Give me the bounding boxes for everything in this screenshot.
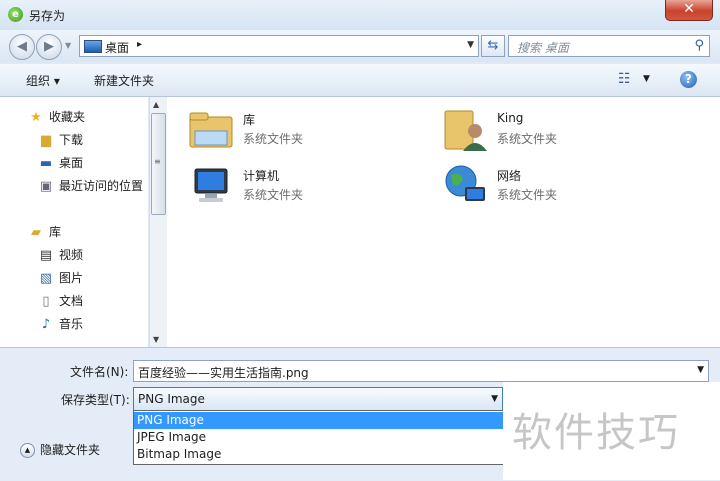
star-icon: ★	[30, 109, 42, 125]
item-name: 库	[243, 113, 256, 127]
save-as-dialog: e 另存为 ✕ ◀ ▶ ▼ 桌面 ▸ ▼ ⇆ 搜索 桌面 ⚲ 组织 ▾ 新建文件…	[0, 0, 720, 481]
watermark-text: 软件技巧	[512, 410, 680, 456]
search-icon[interactable]: ⚲	[694, 38, 704, 53]
refresh-icon: ⇆	[487, 38, 499, 53]
sidebar-item-desktop[interactable]: ▬ 桌面	[38, 153, 83, 173]
list-item-network[interactable]: 网络 系统文件夹	[441, 161, 691, 211]
chevron-down-icon[interactable]: ▼	[697, 365, 704, 375]
hide-folders-toggle[interactable]: ▲ 隐藏文件夹	[20, 441, 100, 458]
recent-pages-dropdown[interactable]: ▼	[65, 41, 71, 50]
view-options-dropdown[interactable]: ▼	[643, 74, 650, 84]
item-type: 系统文件夹	[497, 132, 558, 146]
app-logo-icon: e	[8, 7, 23, 22]
sidebar-item-downloads[interactable]: ▆ 下载	[38, 130, 83, 150]
item-name: King	[497, 111, 524, 125]
sidebar-item-pictures[interactable]: ▧ 图片	[38, 268, 83, 288]
item-name: 计算机	[243, 169, 280, 183]
filetype-selected[interactable]: PNG Image	[138, 392, 205, 406]
filetype-option-jpeg[interactable]: JPEG Image	[134, 429, 504, 446]
video-icon: ▤	[39, 247, 53, 263]
help-button[interactable]: ?	[680, 71, 697, 88]
filename-input[interactable]: 百度经验——实用生活指南.png	[138, 364, 309, 381]
sidebar-item-favorites[interactable]: ★ 收藏夹	[28, 107, 85, 127]
computer-icon	[194, 168, 228, 202]
organize-button[interactable]: 组织 ▾	[26, 72, 60, 89]
chevron-down-icon[interactable]: ▼	[491, 394, 498, 404]
chevron-up-icon: ▲	[20, 443, 35, 458]
title-bar: e 另存为 ✕	[0, 0, 720, 30]
music-icon: ♪	[41, 316, 51, 332]
scrollbar-grip-icon: ≡	[154, 157, 161, 166]
download-folder-icon: ▆	[41, 132, 51, 148]
forward-button[interactable]: ▶	[36, 34, 62, 60]
list-item-king[interactable]: King 系统文件夹	[441, 105, 691, 155]
command-toolbar: 组织 ▾ 新建文件夹 ☷ ▼ ?	[0, 64, 720, 97]
filename-label: 文件名(N):	[70, 365, 129, 379]
filetype-option-png[interactable]: PNG Image	[134, 412, 504, 429]
chevron-down-icon[interactable]: ▼	[467, 40, 474, 50]
recent-places-icon: ▣	[39, 178, 53, 194]
filename-field[interactable]: 百度经验——实用生活指南.png ▼	[133, 360, 709, 382]
address-separator[interactable]: ▸	[137, 39, 142, 50]
scroll-up-icon[interactable]: ▲	[153, 100, 159, 109]
item-type: 系统文件夹	[497, 188, 558, 202]
sidebar-item-music[interactable]: ♪ 音乐	[38, 314, 83, 334]
window-title: 另存为	[29, 9, 66, 23]
sidebar-item-documents[interactable]: ▯ 文档	[38, 291, 83, 311]
sidebar-item-recent-places[interactable]: ▣ 最近访问的位置	[38, 176, 143, 196]
desktop-icon: ▬	[39, 155, 53, 171]
item-type: 系统文件夹	[243, 132, 304, 146]
filetype-dropdown-list: PNG Image JPEG Image Bitmap Image	[133, 410, 505, 465]
list-item-library[interactable]: 库 系统文件夹	[187, 105, 437, 155]
user-folder-icon	[444, 110, 487, 151]
arrow-left-icon: ◀	[17, 39, 27, 54]
address-bar[interactable]: 桌面 ▸ ▼	[79, 35, 479, 57]
document-icon: ▯	[42, 293, 50, 309]
navigation-pane-scrollbar[interactable]: ▲ ≡ ▼	[149, 97, 167, 347]
filetype-label: 保存类型(T):	[61, 393, 130, 407]
new-folder-button[interactable]: 新建文件夹	[94, 72, 154, 89]
back-button[interactable]: ◀	[9, 34, 35, 60]
filetype-option-bitmap[interactable]: Bitmap Image	[134, 446, 504, 463]
list-item-computer[interactable]: 计算机 系统文件夹	[187, 161, 437, 211]
arrow-right-icon: ▶	[44, 39, 54, 54]
library-icon: ▰	[31, 224, 41, 240]
file-list: 库 系统文件夹 King 系统文件夹 计算机 系统文件夹 网络 系统文件夹	[167, 97, 720, 347]
navigation-bar: ◀ ▶ ▼ 桌面 ▸ ▼ ⇆ 搜索 桌面 ⚲	[0, 30, 720, 62]
sidebar-item-videos[interactable]: ▤ 视频	[38, 245, 83, 265]
view-options-icon[interactable]: ☷	[618, 71, 634, 87]
search-input[interactable]: 搜索 桌面	[517, 39, 569, 56]
network-icon	[445, 165, 485, 201]
scroll-down-icon[interactable]: ▼	[153, 335, 159, 344]
picture-icon: ▧	[39, 270, 53, 286]
item-name: 网络	[497, 169, 522, 183]
library-icon	[189, 112, 233, 148]
address-location[interactable]: 桌面	[105, 39, 129, 56]
filetype-select[interactable]: PNG Image ▼	[133, 387, 503, 411]
navigation-pane: ★ 收藏夹 ▆ 下载 ▬ 桌面 ▣ 最近访问的位置 ▰ 库 ▤ 视频 ▧ 图片 ▯ 文档 ♪ 音乐	[0, 97, 148, 347]
sidebar-item-libraries[interactable]: ▰ 库	[28, 222, 61, 242]
close-button[interactable]: ✕	[665, 0, 713, 21]
item-type: 系统文件夹	[243, 188, 304, 202]
search-box[interactable]: 搜索 桌面 ⚲	[508, 35, 710, 57]
refresh-button[interactable]: ⇆	[481, 35, 505, 57]
desktop-icon	[84, 40, 102, 53]
